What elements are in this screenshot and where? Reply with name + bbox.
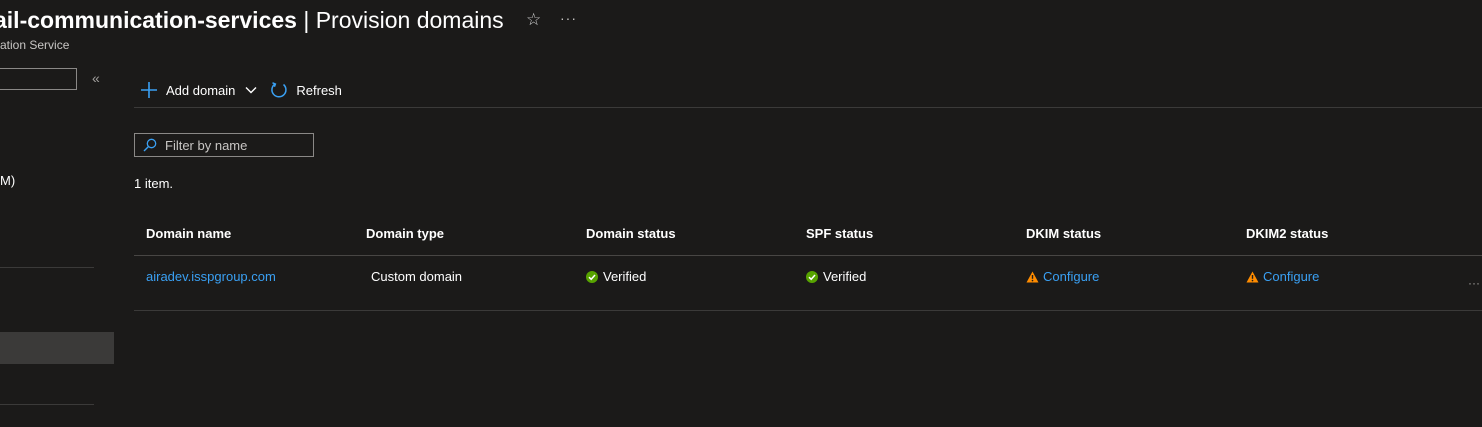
page-title: Provision domains <box>315 7 504 33</box>
column-header-domain-name[interactable]: Domain name <box>146 226 231 241</box>
page-subtitle: ation Service <box>0 38 70 52</box>
dkim-status-cell: Configure <box>1026 269 1099 284</box>
dkim2-configure-link[interactable]: Configure <box>1263 269 1319 284</box>
column-header-spf-status[interactable]: SPF status <box>806 226 873 241</box>
filter-input[interactable] <box>165 137 305 153</box>
check-circle-icon <box>586 270 598 283</box>
nav-item-selected[interactable] <box>0 332 114 364</box>
refresh-icon <box>270 81 288 99</box>
check-circle-icon <box>806 270 818 283</box>
collapse-nav-icon[interactable]: « <box>92 70 100 86</box>
resource-name: ail-communication-services <box>0 7 297 33</box>
spf-status-text: Verified <box>823 269 867 284</box>
add-domain-button[interactable]: Add domain <box>134 81 258 99</box>
page-header: ail-communication-services | Provision d… <box>0 6 504 34</box>
toolbar-divider <box>134 107 1482 108</box>
warning-icon <box>1246 271 1259 283</box>
domain-status-cell: Verified <box>586 269 646 284</box>
domain-status-text: Verified <box>603 269 647 284</box>
column-header-dkim-status[interactable]: DKIM status <box>1026 226 1101 241</box>
dkim-configure-link[interactable]: Configure <box>1043 269 1099 284</box>
column-header-domain-type[interactable]: Domain type <box>366 226 444 241</box>
nav-item-partial[interactable]: M) <box>0 173 15 188</box>
warning-icon <box>1026 271 1039 283</box>
nav-search-input[interactable] <box>0 68 77 90</box>
column-header-domain-status[interactable]: Domain status <box>586 226 676 241</box>
plus-icon <box>140 81 158 99</box>
column-header-dkim2-status[interactable]: DKIM2 status <box>1246 226 1328 241</box>
refresh-label: Refresh <box>296 82 342 98</box>
table-row-divider <box>134 310 1482 311</box>
nav-divider <box>0 404 94 405</box>
spf-status-cell: Verified <box>806 269 866 284</box>
table-header-divider <box>134 255 1482 256</box>
add-domain-label: Add domain <box>166 82 236 98</box>
nav-divider <box>0 267 94 268</box>
command-bar: Add domain Refresh <box>134 76 342 104</box>
more-options-icon[interactable]: ··· <box>560 10 577 26</box>
refresh-button[interactable]: Refresh <box>270 81 342 99</box>
chevron-down-icon <box>244 83 258 97</box>
filter-box[interactable] <box>134 133 314 157</box>
item-count: 1 item. <box>134 176 174 191</box>
favorite-star-icon[interactable]: ☆ <box>526 10 541 30</box>
title-separator: | <box>296 7 316 33</box>
domain-type-cell: Custom domain <box>371 269 463 284</box>
row-more-options-icon[interactable]: ··· <box>1468 276 1480 290</box>
dkim2-status-cell: Configure <box>1246 269 1319 284</box>
search-icon <box>143 138 157 152</box>
domain-name-link[interactable]: airadev.isspgroup.com <box>146 269 276 284</box>
